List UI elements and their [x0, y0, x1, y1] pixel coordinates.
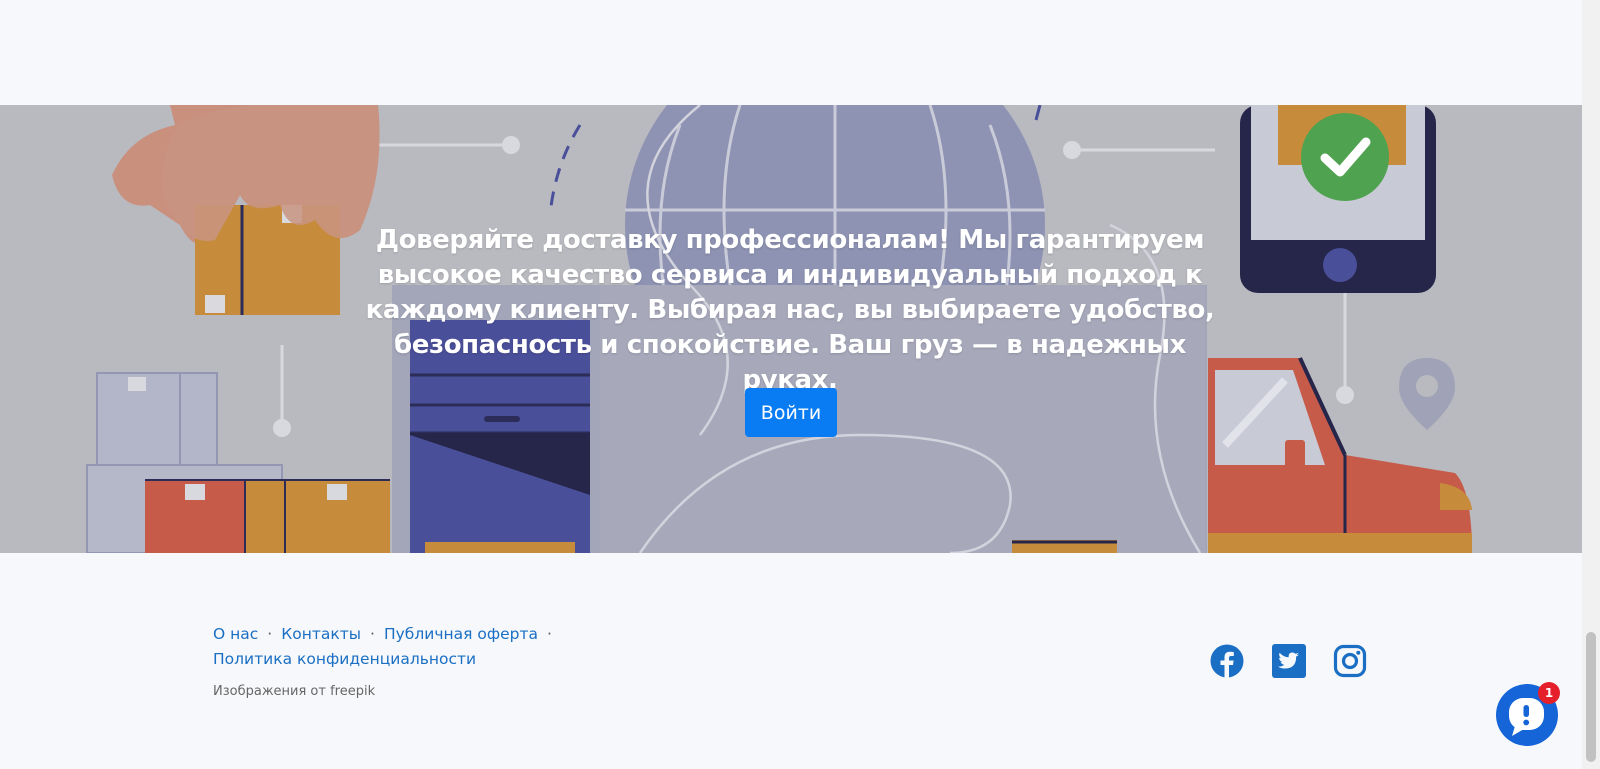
footer-link-offer[interactable]: Публичная оферта [384, 625, 538, 643]
footer-link-contacts[interactable]: Контакты [281, 625, 361, 643]
footer-links: О нас · Контакты · Публичная оферта · Политик… [213, 622, 573, 672]
footer-separator: · [267, 625, 273, 643]
instagram-icon[interactable] [1333, 644, 1367, 678]
scrollbar[interactable] [1582, 0, 1600, 769]
footer-separator: · [370, 625, 375, 643]
hero-headline: Доверяйте доставку профессионалам! Мы га… [365, 225, 1215, 395]
twitter-icon[interactable] [1272, 644, 1306, 678]
footer-link-privacy[interactable]: Политика конфиденциальности [213, 650, 476, 668]
chat-notification-badge: 1 [1538, 682, 1560, 704]
image-credit: Изображения от freepik [213, 684, 376, 699]
scrollbar-thumb[interactable] [1586, 632, 1596, 762]
hero-banner: Доверяйте доставку профессионалам! Мы га… [0, 105, 1582, 553]
page: Доверяйте доставку профессионалам! Мы га… [0, 0, 1600, 769]
login-button[interactable]: Войти [745, 388, 837, 437]
footer-link-about[interactable]: О нас [213, 625, 258, 643]
facebook-icon[interactable] [1210, 644, 1244, 678]
footer-separator: · [547, 625, 552, 643]
